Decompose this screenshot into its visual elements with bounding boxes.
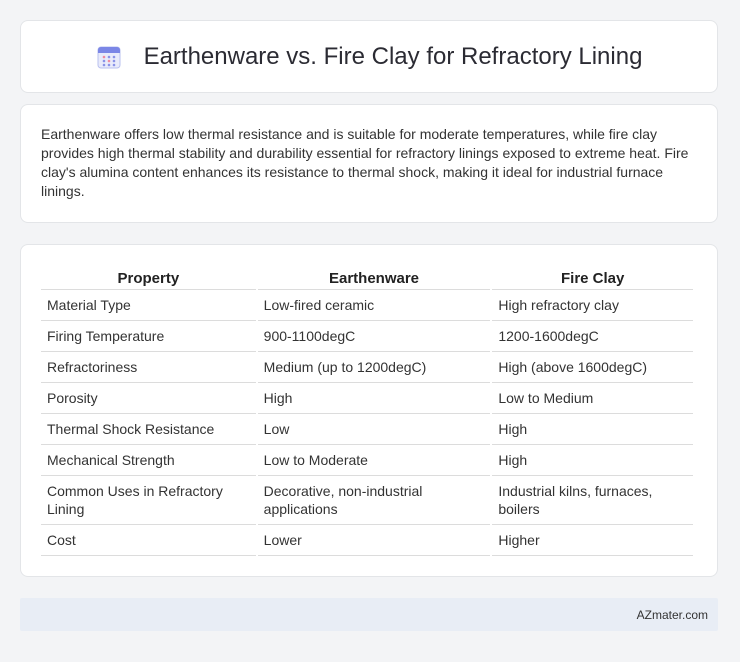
cell-property: Common Uses in Refractory Lining [41,476,256,525]
table-row: Firing Temperature 900-1100degC 1200-1600d… [41,321,693,352]
cell-earthenware: Low to Moderate [257,445,491,476]
table-row: Refractoriness Medium (up to 1200degC) Hig… [41,352,693,383]
cell-property: Cost [41,525,256,556]
cell-earthenware: Medium (up to 1200degC) [257,352,491,383]
comparison-table: Property Earthenware Fire Clay Material … [39,265,695,556]
cell-property: Refractoriness [41,352,256,383]
footer: AZmater.com [20,598,718,631]
cell-fire-clay: 1200-1600degC [492,321,693,352]
cell-fire-clay: High refractory clay [492,290,693,321]
cell-property: Firing Temperature [41,321,256,352]
table-row: Thermal Shock Resistance Low High [41,414,693,445]
cell-earthenware: Low [257,414,491,445]
cell-fire-clay: Low to Medium [492,383,693,414]
table-row: Material Type Low-fired ceramic High refra… [41,290,693,321]
table-row: Mechanical Strength Low to Moderate High [41,445,693,476]
table-header-row: Property Earthenware Fire Clay [41,265,693,290]
header-fire-clay: Fire Clay [492,265,693,290]
cell-earthenware: 900-1100degC [257,321,491,352]
table-row: Cost Lower Higher [41,525,693,556]
calendar-icon [97,46,121,68]
footer-brand: AZmater.com [636,607,708,622]
cell-fire-clay: Industrial kilns, furnaces, boilers [492,476,693,525]
table-row: Porosity High Low to Medium [41,383,693,414]
cell-earthenware: Decorative, non-industrial applications [257,476,491,525]
intro-card: Earthenware offers low thermal resistanc… [20,104,718,223]
table-row: Common Uses in Refractory Lining Decorati… [41,476,693,525]
title-card: Earthenware vs. Fire Clay for Refractory… [20,20,718,93]
cell-property: Material Type [41,290,256,321]
cell-fire-clay: High [492,414,693,445]
cell-property: Thermal Shock Resistance [41,414,256,445]
cell-fire-clay: High [492,445,693,476]
cell-property: Porosity [41,383,256,414]
cell-earthenware: Low-fired ceramic [257,290,491,321]
header-earthenware: Earthenware [257,265,491,290]
intro-text: Earthenware offers low thermal resistanc… [41,126,689,199]
header-property: Property [41,265,256,290]
cell-fire-clay: Higher [492,525,693,556]
cell-fire-clay: High (above 1600degC) [492,352,693,383]
comparison-card: Property Earthenware Fire Clay Material … [20,244,718,577]
page-title: Earthenware vs. Fire Clay for Refractory… [143,42,643,70]
cell-property: Mechanical Strength [41,445,256,476]
cell-earthenware: Lower [257,525,491,556]
cell-earthenware: High [257,383,491,414]
